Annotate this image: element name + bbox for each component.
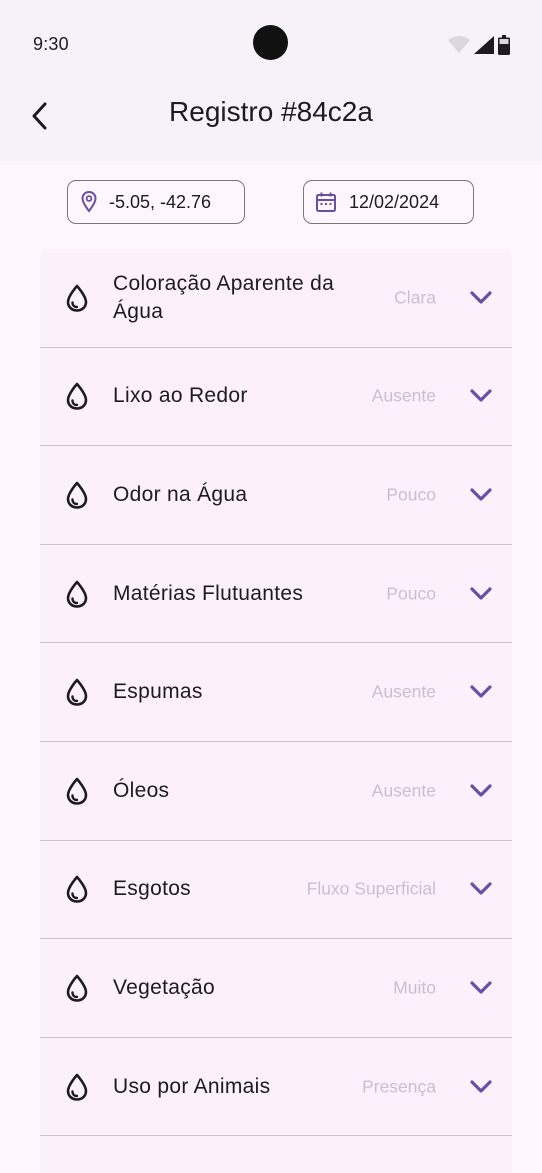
- location-chip[interactable]: -5.05, -42.76: [67, 180, 245, 224]
- list-item[interactable]: Lixo ao Redor Ausente: [40, 348, 512, 447]
- date-chip-label: 12/02/2024: [349, 191, 440, 212]
- item-label: Espumas: [113, 680, 203, 704]
- water-drop-icon: [65, 678, 89, 706]
- chevron-down-icon[interactable]: [470, 291, 492, 305]
- chevron-down-icon[interactable]: [470, 882, 492, 896]
- wifi-icon: [448, 36, 470, 53]
- item-label: Esgotos: [113, 877, 191, 901]
- chevron-down-icon[interactable]: [470, 586, 492, 601]
- item-value: Pouco: [386, 583, 436, 604]
- chevron-down-icon[interactable]: [470, 488, 492, 502]
- camera-cutout: [253, 25, 288, 60]
- chevron-down-icon[interactable]: [470, 981, 492, 995]
- list-item[interactable]: Esgotos Fluxo Superficial: [40, 841, 512, 940]
- item-label: Lixo ao Redor: [113, 384, 248, 408]
- item-value: Clara: [394, 287, 436, 308]
- app-bar: Registro #84c2a: [0, 90, 542, 161]
- water-drop-icon: [65, 580, 89, 608]
- item-label: Coloração Aparente da Água: [113, 271, 335, 323]
- chevron-down-icon[interactable]: [470, 389, 492, 403]
- item-label: Odor na Água: [113, 482, 248, 506]
- status-icons: [448, 34, 510, 56]
- water-drop-icon: [65, 777, 89, 805]
- signal-icon: [474, 36, 494, 54]
- chevron-down-icon[interactable]: [470, 784, 492, 798]
- item-value: Presença: [362, 1076, 436, 1097]
- water-drop-icon: [65, 974, 89, 1002]
- list-item[interactable]: Coloração Aparente da Água Clara: [40, 249, 512, 348]
- water-drop-icon: [65, 481, 89, 509]
- list-item[interactable]: Matérias Flutuantes Pouco: [40, 545, 512, 644]
- item-label: Vegetação: [113, 975, 215, 999]
- item-value: Ausente: [371, 385, 436, 406]
- list-item[interactable]: Odor na Água Pouco: [40, 446, 512, 545]
- item-value: Ausente: [371, 780, 436, 801]
- item-label: Óleos: [113, 778, 170, 802]
- calendar-icon: [316, 192, 336, 212]
- parameter-list: Coloração Aparente da Água Clara Lixo ao R…: [40, 249, 512, 1173]
- chevron-down-icon[interactable]: [470, 685, 492, 699]
- water-drop-icon: [65, 1073, 89, 1101]
- location-chip-label: -5.05, -42.76: [109, 191, 212, 212]
- item-label: Uso por Animais: [113, 1074, 271, 1098]
- water-drop-icon: [65, 382, 89, 411]
- chevron-down-icon[interactable]: [470, 1079, 492, 1094]
- status-bar: 9:30: [0, 0, 542, 90]
- water-drop-icon: [65, 875, 89, 904]
- item-value: Pouco: [386, 484, 436, 505]
- list-item[interactable]: Vegetação Muito: [40, 939, 512, 1038]
- item-value: Ausente: [371, 681, 436, 702]
- list-item[interactable]: Óleos Ausente: [40, 742, 512, 841]
- list-item-partial[interactable]: [40, 1136, 512, 1173]
- item-value: Muito: [393, 977, 436, 998]
- date-chip[interactable]: 12/02/2024: [303, 180, 474, 224]
- water-drop-icon: [65, 284, 89, 312]
- item-value: Fluxo Superficial: [306, 878, 436, 899]
- location-pin-icon: [81, 191, 97, 213]
- page-title: Registro #84c2a: [169, 96, 373, 127]
- item-label: Matérias Flutuantes: [113, 581, 304, 605]
- battery-icon: [498, 35, 510, 55]
- status-time: 9:30: [33, 34, 69, 54]
- list-item[interactable]: Uso por Animais Presença: [40, 1038, 512, 1137]
- list-item[interactable]: Espumas Ausente: [40, 643, 512, 742]
